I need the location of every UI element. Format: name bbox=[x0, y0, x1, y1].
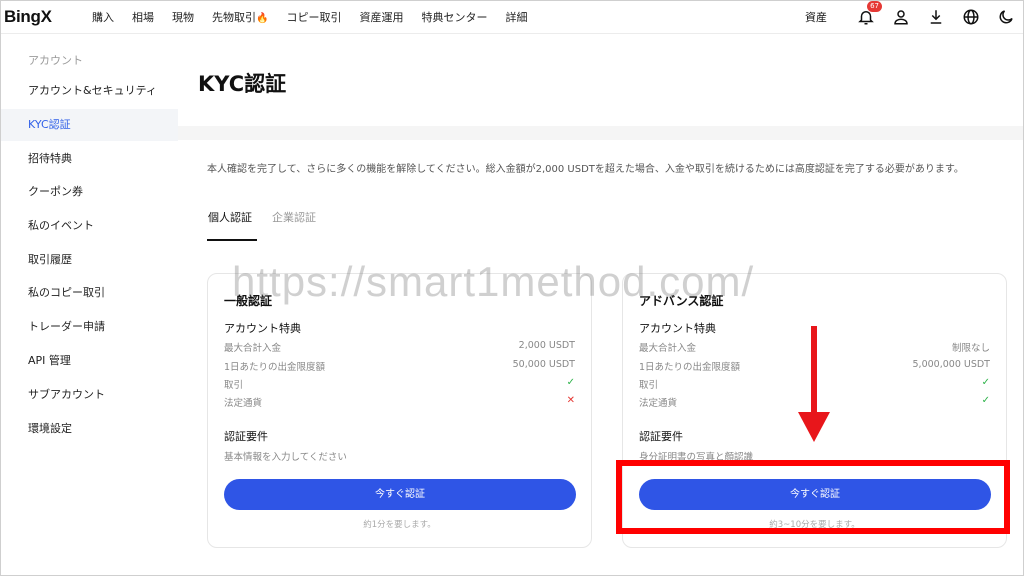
time-note: 約1分を要します。 bbox=[363, 520, 436, 530]
logo-x: X bbox=[40, 7, 52, 26]
nav-spot[interactable]: 現物 bbox=[172, 9, 194, 25]
benefit-row: 法定通貨 ✕ bbox=[224, 395, 575, 409]
globe-icon[interactable] bbox=[961, 7, 981, 27]
nav-market[interactable]: 相場 bbox=[132, 9, 154, 25]
benefit-label: 取引 bbox=[224, 380, 244, 391]
benefit-value: 2,000 USDT bbox=[518, 340, 575, 351]
benefits-title: アカウント特典 bbox=[639, 322, 716, 335]
verify-now-button-basic[interactable]: 今すぐ認証 bbox=[224, 479, 576, 510]
page-title: KYC認証 bbox=[198, 72, 287, 96]
red-arrow-icon bbox=[798, 412, 830, 442]
user-icon[interactable] bbox=[891, 7, 911, 27]
kyc-description: 本人確認を完了して、さらに多くの機能を解除してください。総入金額が2,000 U… bbox=[207, 164, 964, 175]
header-tools: 資産 67 bbox=[805, 0, 1016, 34]
benefit-row: 1日あたりの出金限度額 50,000 USDT bbox=[224, 359, 575, 373]
sidebar-item-trade-history[interactable]: 取引履歴 bbox=[0, 244, 178, 276]
benefit-value: 制限なし bbox=[951, 343, 990, 354]
nav-rewards-center[interactable]: 特典センター bbox=[421, 9, 487, 25]
benefit-value: 5,000,000 USDT bbox=[912, 359, 990, 370]
red-arrow-shaft bbox=[811, 326, 817, 418]
requirements-title: 認証要件 bbox=[639, 430, 683, 443]
sidebar-item-api[interactable]: API 管理 bbox=[0, 345, 178, 377]
benefits-title: アカウント特典 bbox=[224, 322, 301, 335]
benefit-row: 取引 ✓ bbox=[224, 377, 575, 391]
sidebar-item-referral[interactable]: 招待特典 bbox=[0, 143, 178, 175]
requirement-text: 身分証明書の写真と顔認識 bbox=[639, 452, 754, 463]
tab-personal[interactable]: 個人認証 bbox=[208, 209, 252, 225]
sidebar-item-my-copy-trading[interactable]: 私のコピー取引 bbox=[0, 277, 178, 309]
nav-copy-trading[interactable]: コピー取引 bbox=[286, 9, 341, 25]
verify-now-button-advanced[interactable]: 今すぐ認証 bbox=[639, 479, 991, 510]
benefit-label: 最大合計入金 bbox=[639, 343, 697, 354]
card-title: アドバンス認証 bbox=[639, 294, 724, 308]
sidebar-item-events[interactable]: 私のイベント bbox=[0, 210, 178, 242]
check-circle-icon: ✓ bbox=[981, 377, 990, 388]
card-title: 一般認証 bbox=[224, 294, 273, 308]
logo-text: Bing bbox=[4, 7, 41, 26]
main-nav: 購入 相場 現物 先物取引🔥 コピー取引 資産運用 特典センター 詳細 bbox=[92, 0, 545, 34]
x-circle-icon: ✕ bbox=[566, 395, 575, 406]
bingx-logo[interactable]: BingX bbox=[4, 7, 52, 27]
requirements-title: 認証要件 bbox=[224, 430, 268, 443]
benefit-value: 50,000 USDT bbox=[512, 359, 575, 370]
requirement-text: 基本情報を入力してください bbox=[224, 452, 347, 463]
benefit-label: 1日あたりの出金限度額 bbox=[639, 362, 741, 373]
assets-link[interactable]: 資産 bbox=[805, 9, 827, 25]
benefit-row: 最大合計入金 2,000 USDT bbox=[224, 340, 575, 354]
tab-business[interactable]: 企業認証 bbox=[272, 209, 316, 225]
bell-icon[interactable]: 67 bbox=[856, 1, 882, 27]
check-circle-icon: ✓ bbox=[566, 377, 575, 388]
section-divider bbox=[178, 126, 1024, 140]
sidebar-item-account-security[interactable]: アカウント&セキュリティ bbox=[0, 75, 178, 107]
sidebar-item-kyc[interactable]: KYC認証 bbox=[0, 109, 178, 141]
benefit-label: 最大合計入金 bbox=[224, 343, 282, 354]
moon-icon[interactable] bbox=[996, 7, 1016, 27]
benefit-label: 取引 bbox=[639, 380, 659, 391]
nav-more[interactable]: 詳細 bbox=[505, 9, 527, 25]
active-tab-indicator bbox=[207, 239, 257, 241]
sidebar-item-subaccount[interactable]: サブアカウント bbox=[0, 379, 178, 411]
benefit-label: 1日あたりの出金限度額 bbox=[224, 362, 326, 373]
nav-futures[interactable]: 先物取引🔥 bbox=[212, 9, 268, 25]
top-navigation: BingX 購入 相場 現物 先物取引🔥 コピー取引 資産運用 特典センター 詳… bbox=[0, 0, 1024, 34]
fire-icon: 🔥 bbox=[256, 13, 269, 24]
nav-buy[interactable]: 購入 bbox=[92, 9, 114, 25]
nav-earn[interactable]: 資産運用 bbox=[359, 9, 403, 25]
benefit-label: 法定通貨 bbox=[224, 398, 263, 409]
sidebar-item-trader-application[interactable]: トレーダー申請 bbox=[0, 311, 178, 343]
account-sidebar: アカウント アカウント&セキュリティ KYC認証 招待特典 クーポン券 私のイベ… bbox=[0, 40, 178, 576]
notification-badge: 67 bbox=[867, 1, 882, 12]
nav-futures-label: 先物取引 bbox=[212, 11, 256, 24]
benefit-label: 法定通貨 bbox=[639, 398, 678, 409]
basic-verification-card: 一般認証 アカウント特典 最大合計入金 2,000 USDT 1日あたりの出金限度… bbox=[207, 273, 592, 548]
time-note: 約3~10分を要します。 bbox=[769, 520, 860, 530]
sidebar-heading: アカウント bbox=[28, 54, 83, 67]
download-icon[interactable] bbox=[926, 7, 946, 27]
sidebar-item-preferences[interactable]: 環境設定 bbox=[0, 413, 178, 445]
check-circle-icon: ✓ bbox=[981, 395, 990, 406]
sidebar-item-coupons[interactable]: クーポン券 bbox=[0, 176, 178, 208]
